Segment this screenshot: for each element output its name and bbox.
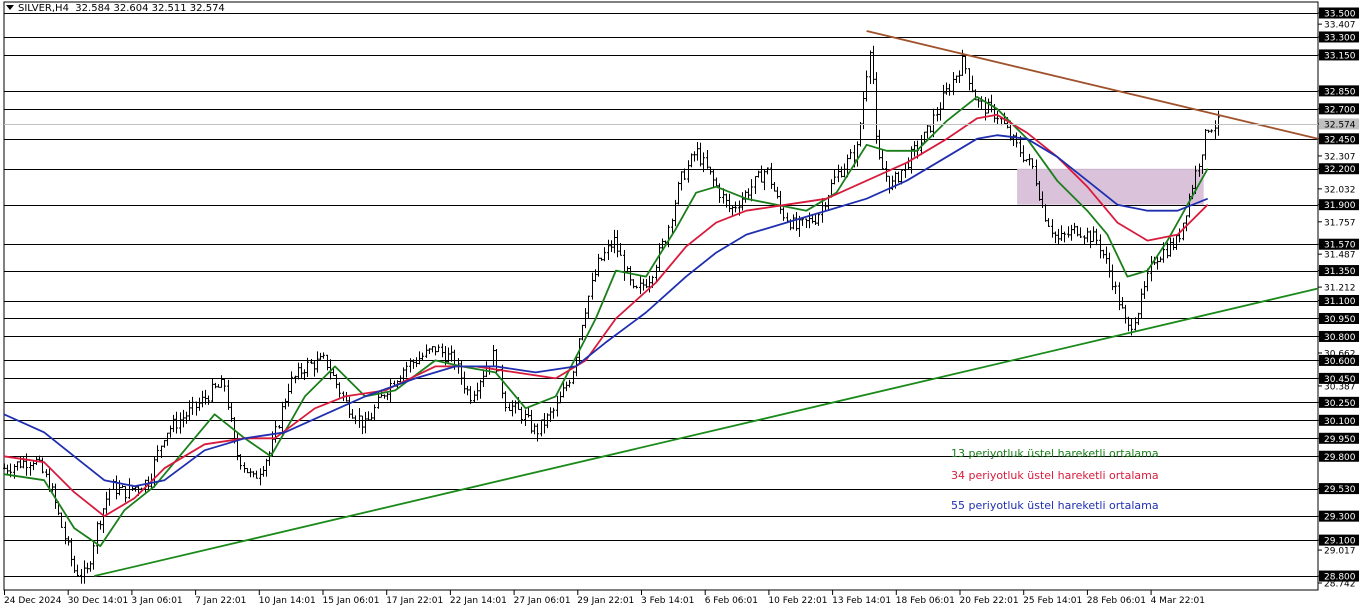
price-axis-label: 32.700 bbox=[1324, 105, 1356, 115]
price-axis-label: 30.250 bbox=[1324, 399, 1356, 409]
price-axis-label: 33.150 bbox=[1324, 51, 1356, 61]
price-chart: 33.50033.407 33.300 33.150 32.850 32.700 32.5… bbox=[3, 1, 1359, 606]
price-axis-label: 33.300 bbox=[1324, 33, 1356, 43]
time-axis-label: 4 Mar 22:01 bbox=[1151, 596, 1205, 606]
legend-ema13-label: 13 periyotluk üstel hareketli ortalama bbox=[951, 447, 1159, 460]
time-axis-label: 25 Feb 14:01 bbox=[1023, 596, 1082, 606]
time-axis-label: 22 Jan 14:01 bbox=[450, 596, 507, 606]
time-axis-label: 15 Jan 06:01 bbox=[323, 596, 380, 606]
price-axis-label: 32.200 bbox=[1324, 165, 1356, 175]
price-axis-label: 33.500 bbox=[1324, 10, 1356, 20]
time-axis-label: 6 Feb 06:01 bbox=[705, 596, 758, 606]
legend-ema55-label: 55 periyotluk üstel hareketli ortalama bbox=[951, 499, 1159, 512]
time-axis-label: 3 Feb 14:01 bbox=[641, 596, 694, 606]
price-axis-label: 30.100 bbox=[1324, 417, 1356, 427]
time-axis-label: 20 Feb 22:01 bbox=[960, 596, 1019, 606]
price-axis-label: 29.530 bbox=[1324, 485, 1356, 495]
price-axis-label: 29.300 bbox=[1324, 513, 1356, 523]
time-axis-label: 10 Feb 22:01 bbox=[768, 596, 827, 606]
legend-ema34-label: 34 periyotluk üstel hareketli ortalama bbox=[951, 469, 1159, 482]
chart-container: 33.500 33.407 33.300 33.150 32.850 32.700 32.5… bbox=[0, 0, 1362, 611]
price-axis-label: 32.574 bbox=[1324, 120, 1356, 130]
time-axis-label: 30 Dec 14:01 bbox=[68, 596, 129, 606]
legend-ema55: 55 periyotluk üstel hareketli ortalama bbox=[951, 499, 1159, 512]
price-axis-label: 30.600 bbox=[1324, 357, 1356, 367]
chart-header: SILVER,H4 32.584 32.604 32.511 32.574 bbox=[6, 3, 225, 14]
time-axis-label: 17 Jan 22:01 bbox=[386, 596, 443, 606]
legend-ema34: 34 periyotluk üstel hareketli ortalama bbox=[951, 469, 1159, 482]
price-axis-label: 30.800 bbox=[1324, 333, 1356, 343]
resistance-trendline bbox=[866, 30, 1319, 140]
price-axis-label: 29.950 bbox=[1324, 435, 1356, 445]
price-axis-label: 31.212 bbox=[1324, 284, 1356, 294]
menu-triangle-icon[interactable] bbox=[6, 5, 14, 10]
ohlc-values: 32.584 32.604 32.511 32.574 bbox=[75, 3, 225, 14]
price-axis-label: 31.757 bbox=[1324, 218, 1356, 228]
price-axis-label: 31.350 bbox=[1324, 267, 1356, 277]
time-axis-label: 13 Feb 14:01 bbox=[832, 596, 891, 606]
time-axis-label: 7 Jan 22:01 bbox=[195, 596, 246, 606]
price-axis-label: 29.800 bbox=[1324, 453, 1356, 463]
price-axis-label: 29.017 bbox=[1324, 547, 1356, 557]
price-axis-label: 32.307 bbox=[1324, 152, 1356, 162]
price-axis-label: 32.850 bbox=[1324, 87, 1356, 97]
price-axis-label: 30.387 bbox=[1324, 382, 1356, 392]
price-axis-label: 33.407 bbox=[1324, 21, 1356, 31]
time-axis-label: 18 Feb 06:01 bbox=[896, 596, 955, 606]
time-axis-label: 24 Dec 2024 bbox=[4, 596, 62, 606]
symbol-label: SILVER,H4 bbox=[18, 3, 69, 14]
price-axis-label: 32.032 bbox=[1324, 185, 1356, 195]
price-axis-label: 31.487 bbox=[1324, 251, 1356, 261]
time-axis-label: 27 Jan 06:01 bbox=[514, 596, 571, 606]
price-axis-label: 30.950 bbox=[1324, 315, 1356, 325]
time-axis-label: 28 Feb 06:01 bbox=[1087, 596, 1146, 606]
price-axis-label: 31.100 bbox=[1324, 297, 1356, 307]
support-trendline bbox=[94, 287, 1319, 577]
time-axis-label: 10 Jan 14:01 bbox=[259, 596, 316, 606]
price-axis-label: 31.570 bbox=[1324, 241, 1356, 251]
legend-ema13: 13 periyotluk üstel hareketli ortalama bbox=[951, 447, 1159, 460]
price-axis-label: 32.450 bbox=[1324, 135, 1356, 145]
time-axis-label: 29 Jan 22:01 bbox=[577, 596, 634, 606]
price-axis-label: 29.100 bbox=[1324, 537, 1356, 547]
price-axis-label: 28.742 bbox=[1324, 580, 1356, 590]
time-axis-label: 3 Jan 06:01 bbox=[131, 596, 182, 606]
price-axis-label: 31.900 bbox=[1324, 201, 1356, 211]
